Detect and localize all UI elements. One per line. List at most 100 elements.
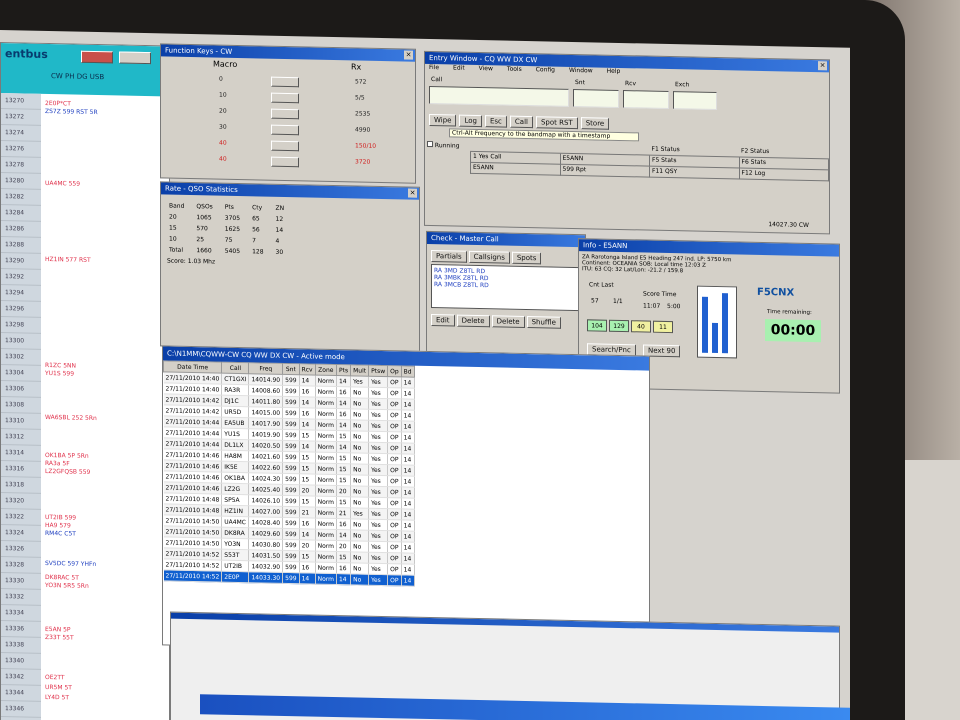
- log-header[interactable]: Call: [221, 362, 249, 374]
- spot-entry[interactable]: HA9 579: [45, 522, 71, 530]
- log-cell: 599: [282, 572, 300, 584]
- log-header[interactable]: Snt: [282, 363, 300, 375]
- log-cell: 16: [336, 408, 351, 420]
- spot-entry[interactable]: RM4C C5T: [45, 530, 76, 538]
- menu-item[interactable]: Help: [607, 68, 621, 75]
- keyer-button[interactable]: [271, 76, 299, 88]
- spot-entry[interactable]: LY4D 5T: [45, 694, 69, 702]
- menu-item[interactable]: Tools: [507, 66, 522, 73]
- spot-entry[interactable]: E5AN 5P: [45, 626, 71, 634]
- spot-entry[interactable]: YO3N 5R5 5Rn: [45, 582, 89, 590]
- spot-entry[interactable]: LZ2GFQSB 559: [45, 468, 90, 476]
- entry-button[interactable]: Log: [459, 114, 482, 128]
- close-icon[interactable]: ×: [818, 61, 827, 71]
- log-header[interactable]: Bd: [401, 365, 415, 378]
- keyer-value: 2535: [355, 110, 371, 118]
- log-cell: 16: [336, 386, 351, 398]
- keyer-button[interactable]: [271, 140, 299, 152]
- check-tab[interactable]: Callsigns: [468, 250, 510, 264]
- check-button[interactable]: Edit: [431, 314, 455, 327]
- running-checkbox[interactable]: [427, 140, 433, 148]
- close-icon[interactable]: ×: [408, 188, 417, 198]
- keyer-button[interactable]: [271, 124, 299, 136]
- rate-cell: 65: [252, 215, 260, 223]
- check-tabs: Partials Callsigns Spots: [427, 244, 585, 265]
- log-cell: Norm: [315, 375, 337, 387]
- entry-table-cell[interactable]: F11 QSY: [649, 165, 739, 179]
- frequency-tick: 13322: [1, 509, 41, 526]
- entry-button[interactable]: Spot RST: [535, 116, 578, 130]
- entry-button[interactable]: Esc: [484, 115, 507, 128]
- spot-entry[interactable]: UR5M 5T: [45, 684, 72, 692]
- close-icon[interactable]: ×: [404, 50, 413, 60]
- spot-entry[interactable]: UT2IB 599: [45, 514, 76, 522]
- keyer-button[interactable]: [271, 92, 299, 104]
- log-cell: DK8RA: [221, 527, 249, 539]
- spot-entry[interactable]: R1ZC 5NN: [45, 362, 76, 370]
- spot-entry[interactable]: DK8RAC 5T: [45, 574, 79, 582]
- keyer-button[interactable]: [271, 156, 299, 168]
- menu-item[interactable]: File: [429, 64, 439, 71]
- log-cell: 14033.30: [248, 571, 283, 584]
- keyer-rows: 0 572 10 5/5 20 2535 30 4990 40 150/10 40 3720: [211, 61, 415, 175]
- entry-window: Entry Window - CQ WW DX CW × File Edit View…: [424, 50, 830, 235]
- log-header[interactable]: Pts: [336, 364, 351, 376]
- entry-button[interactable]: Call: [509, 115, 533, 129]
- log-header[interactable]: Ptsw: [368, 365, 388, 377]
- desktop: entbus CW PH DG USB 13270 13272 13274 13276…: [0, 30, 850, 720]
- log-cell: Norm: [315, 529, 337, 541]
- spot-entry[interactable]: SV5DC 597 YHFn: [45, 560, 96, 568]
- call-input[interactable]: [429, 85, 569, 107]
- log-header[interactable]: Freq: [248, 362, 283, 375]
- log-header[interactable]: Rcv: [299, 363, 316, 376]
- spot-entry[interactable]: Z33T 55T: [45, 634, 74, 642]
- bandmap-button-2[interactable]: [119, 51, 151, 65]
- spot-entry[interactable]: WA6SBL 252 5Rn: [45, 414, 97, 422]
- log-cell: Yes: [368, 552, 388, 564]
- rate-cell: 1660: [196, 247, 212, 255]
- spot-entry[interactable]: UA4MC 559: [45, 180, 80, 188]
- keyer-button[interactable]: [271, 108, 299, 120]
- entry-table-cell[interactable]: E5ANN: [470, 161, 560, 175]
- log-cell: OP: [387, 409, 402, 421]
- spot-entry[interactable]: HZ1IN 577 RST: [45, 256, 91, 264]
- rate-header: QSOs: [196, 203, 213, 211]
- spot-entry[interactable]: OE2TT: [45, 674, 65, 681]
- check-tab[interactable]: Spots: [511, 251, 542, 265]
- spot-entry[interactable]: ZS7Z 599 RST 5R: [45, 108, 98, 116]
- exch-input[interactable]: [673, 91, 717, 111]
- spot-entry[interactable]: RA3a 5F: [45, 460, 70, 468]
- log-header[interactable]: Op: [387, 365, 402, 377]
- check-buttons: Edit Delete Delete Shuffle: [427, 310, 585, 333]
- check-button[interactable]: Delete: [456, 314, 490, 328]
- spot-entry[interactable]: OK1BA 5P 5Rn: [45, 452, 89, 460]
- menu-item[interactable]: View: [479, 65, 493, 72]
- rate-cell: 1065: [196, 214, 212, 222]
- spot-entry[interactable]: 2E0P*CT: [45, 100, 71, 108]
- frequency-tick: 13272: [1, 109, 41, 126]
- entry-button[interactable]: Wipe: [429, 113, 457, 127]
- entry-button[interactable]: Store: [580, 117, 610, 130]
- log-header[interactable]: Mult: [350, 364, 369, 377]
- menu-item[interactable]: Window: [569, 67, 593, 74]
- check-button[interactable]: Shuffle: [526, 316, 561, 329]
- entry-table-cell[interactable]: F12 Log: [739, 167, 829, 181]
- entry-table-cell[interactable]: 599 Rpt: [560, 163, 650, 177]
- rcv-input[interactable]: [623, 90, 669, 110]
- bandmap-button-1[interactable]: [81, 50, 113, 64]
- log-cell: 599: [282, 495, 300, 507]
- log-cell: Norm: [315, 430, 337, 442]
- log-cell: 14: [401, 475, 415, 488]
- timer-display: 00:00: [765, 319, 821, 343]
- rate-cell: 15: [169, 224, 177, 232]
- log-header[interactable]: Zone: [315, 364, 337, 376]
- log-cell: 14: [401, 530, 415, 543]
- keyer-row: 40 3720: [211, 155, 415, 175]
- entry-label-call: Call: [431, 76, 443, 84]
- snt-input[interactable]: [573, 89, 619, 108]
- check-tab[interactable]: Partials: [431, 250, 467, 263]
- menu-item[interactable]: Edit: [453, 64, 465, 71]
- check-button[interactable]: Delete: [491, 315, 525, 328]
- spot-entry[interactable]: YU1S 599: [45, 370, 74, 378]
- menu-item[interactable]: Config: [536, 66, 555, 73]
